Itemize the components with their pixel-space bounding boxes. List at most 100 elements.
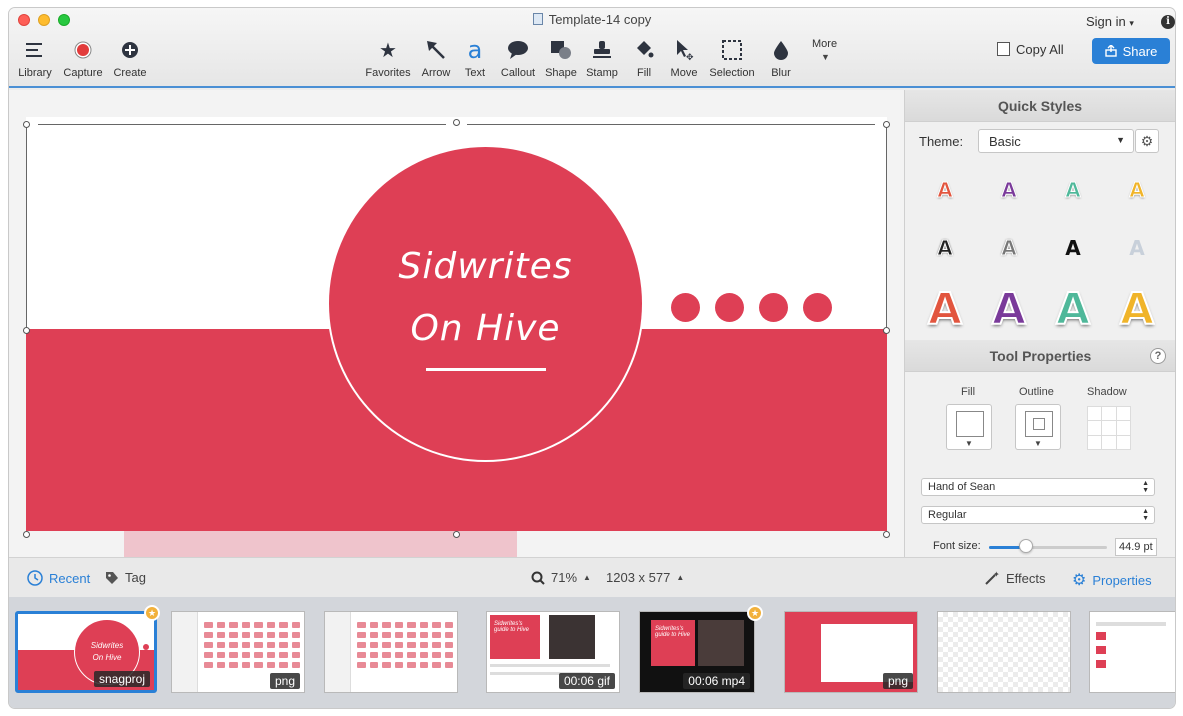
svg-text:✦: ✦ <box>993 570 1000 579</box>
tool-properties-header: Tool Properties? <box>905 340 1175 372</box>
theme-select[interactable]: Basic ▼ <box>978 129 1134 153</box>
selection-border <box>886 127 887 327</box>
resize-handle[interactable] <box>23 531 30 538</box>
font-size-input[interactable]: 44.9 pt <box>1115 538 1157 556</box>
tray-thumbnail[interactable]: png <box>171 611 305 693</box>
recent-captures-tray: Sidwrites On Hive snagproj ★ png Sidwrit… <box>9 597 1175 708</box>
font-style-select[interactable]: Regular ▲ ▼ <box>921 506 1155 524</box>
capture-label: Capture <box>63 67 103 79</box>
quick-style-swatch[interactable]: A <box>1105 178 1169 203</box>
outline-label: Outline <box>1019 386 1054 398</box>
zoom-control[interactable]: 71% ▲ <box>531 570 591 585</box>
plus-circle-icon <box>110 36 150 64</box>
copy-icon <box>997 42 1010 56</box>
quick-style-swatch[interactable]: A <box>913 283 977 336</box>
quick-style-swatch[interactable]: A <box>913 178 977 203</box>
stepper-icon: ▲ ▼ <box>1142 480 1149 494</box>
tool-selection[interactable]: Selection <box>706 36 758 79</box>
quick-style-swatch[interactable]: A <box>1105 236 1169 260</box>
shape-icon <box>543 36 579 64</box>
chevron-down-icon: ▼ <box>965 439 973 448</box>
quick-style-swatch[interactable]: A <box>1041 236 1105 260</box>
shadow-grid-button[interactable] <box>1087 406 1131 450</box>
tray-thumbnail[interactable] <box>324 611 458 693</box>
properties-button[interactable]: ⚙ Properties <box>1072 570 1152 590</box>
tray-thumbnail[interactable]: png <box>784 611 918 693</box>
copy-all-button[interactable]: Copy All <box>997 42 1064 57</box>
fill-color-button[interactable]: ▼ <box>946 404 992 450</box>
effects-button[interactable]: ✦ Effects <box>984 570 1046 586</box>
decor-dot <box>671 293 700 322</box>
quick-style-swatch[interactable]: A <box>1041 283 1105 336</box>
fill-bucket-icon <box>629 36 659 64</box>
quick-style-swatch[interactable]: A <box>913 236 977 261</box>
file-type-badge: snagproj <box>93 671 150 687</box>
rotate-handle[interactable] <box>453 119 460 126</box>
resize-handle[interactable] <box>453 531 460 538</box>
more-tools-button[interactable]: More <box>812 38 837 50</box>
quick-style-swatch[interactable]: A <box>977 283 1041 336</box>
tray-thumbnail[interactable]: Sidwrites's guide to Hive 00:06 gif <box>486 611 620 693</box>
tray-thumbnail[interactable]: Sidwrites's guide to Hive 00:06 mp4 <box>639 611 755 693</box>
quick-style-swatch[interactable]: A <box>1105 283 1169 336</box>
theme-settings-button[interactable]: ⚙ <box>1135 129 1159 153</box>
library-button[interactable]: Library <box>17 36 53 79</box>
sign-in-button[interactable]: Sign in ▾ <box>1086 14 1134 29</box>
help-icon[interactable]: ? <box>1150 348 1166 364</box>
tray-thumbnail[interactable] <box>937 611 1071 693</box>
quick-style-swatch[interactable]: A <box>977 236 1041 261</box>
tray-thumbnail[interactable]: Sidwrites On Hive snagproj <box>15 611 157 693</box>
canvas-image[interactable]: Sidwrites On Hive <box>26 117 887 531</box>
resize-handle[interactable] <box>23 327 30 334</box>
chevron-down-icon: ▼ <box>1116 135 1125 145</box>
file-type-badge: png <box>882 673 913 689</box>
tool-blur[interactable]: Blur <box>767 36 795 79</box>
tool-callout[interactable]: Callout <box>496 36 540 79</box>
create-label: Create <box>113 67 147 79</box>
font-size-slider-knob[interactable] <box>1019 539 1033 553</box>
capture-button[interactable]: Capture <box>61 36 105 79</box>
quick-style-swatch[interactable]: A <box>1041 178 1105 203</box>
canvas-area[interactable]: Sidwrites On Hive <box>9 90 904 557</box>
share-button[interactable]: Share <box>1092 38 1170 64</box>
fill-label: Fill <box>961 386 976 398</box>
svg-text:✥: ✥ <box>686 52 694 61</box>
title-line-1[interactable]: Sidwrites <box>399 236 573 298</box>
quick-style-swatch[interactable]: A <box>977 178 1041 203</box>
create-button[interactable]: Create <box>110 36 150 79</box>
decor-dot <box>715 293 744 322</box>
status-bar: Recent Tag 71% ▲ 1203 x 577 ▲ ✦ Effects ⚙ … <box>9 557 1175 597</box>
tool-fill[interactable]: Fill <box>629 36 659 79</box>
tool-shape[interactable]: Shape <box>543 36 579 79</box>
magic-wand-icon: ✦ <box>985 570 1000 585</box>
file-type-badge: 00:06 mp4 <box>683 673 750 689</box>
tray-thumbnail[interactable] <box>1089 611 1175 693</box>
tool-favorites[interactable]: ★ Favorites <box>363 36 413 80</box>
title-circle[interactable]: Sidwrites On Hive <box>329 147 642 460</box>
resize-handle[interactable] <box>883 121 890 128</box>
arrow-icon <box>418 36 454 64</box>
resize-handle[interactable] <box>883 531 890 538</box>
chevron-down-icon[interactable]: ▼ <box>821 52 830 62</box>
toolbar: Template-14 copy Sign in ▾ i Library Cap… <box>9 8 1175 88</box>
unsaved-star-icon: ★ <box>144 605 160 621</box>
resize-handle[interactable] <box>883 327 890 334</box>
decor-dot <box>759 293 788 322</box>
resize-handle[interactable] <box>23 121 30 128</box>
text-icon: a <box>467 36 483 64</box>
title-line-2[interactable]: On Hive <box>410 298 560 360</box>
recent-button[interactable]: Recent <box>27 570 90 586</box>
clock-icon <box>27 570 43 586</box>
canvas-size-control[interactable]: 1203 x 577 ▲ <box>606 570 684 585</box>
outline-color-button[interactable]: ▼ <box>1015 404 1061 450</box>
record-icon <box>61 36 105 64</box>
tool-stamp[interactable]: Stamp <box>584 36 620 79</box>
font-family-select[interactable]: Hand of Sean ▲ ▼ <box>921 478 1155 496</box>
tool-move[interactable]: ✥ Move <box>668 36 700 79</box>
selection-border <box>38 124 446 125</box>
tool-arrow[interactable]: Arrow <box>418 36 454 79</box>
info-icon[interactable]: i <box>1161 15 1175 29</box>
theme-label: Theme: <box>919 134 964 149</box>
tag-button[interactable]: Tag <box>105 570 146 585</box>
tool-text[interactable]: a Text <box>459 36 491 79</box>
